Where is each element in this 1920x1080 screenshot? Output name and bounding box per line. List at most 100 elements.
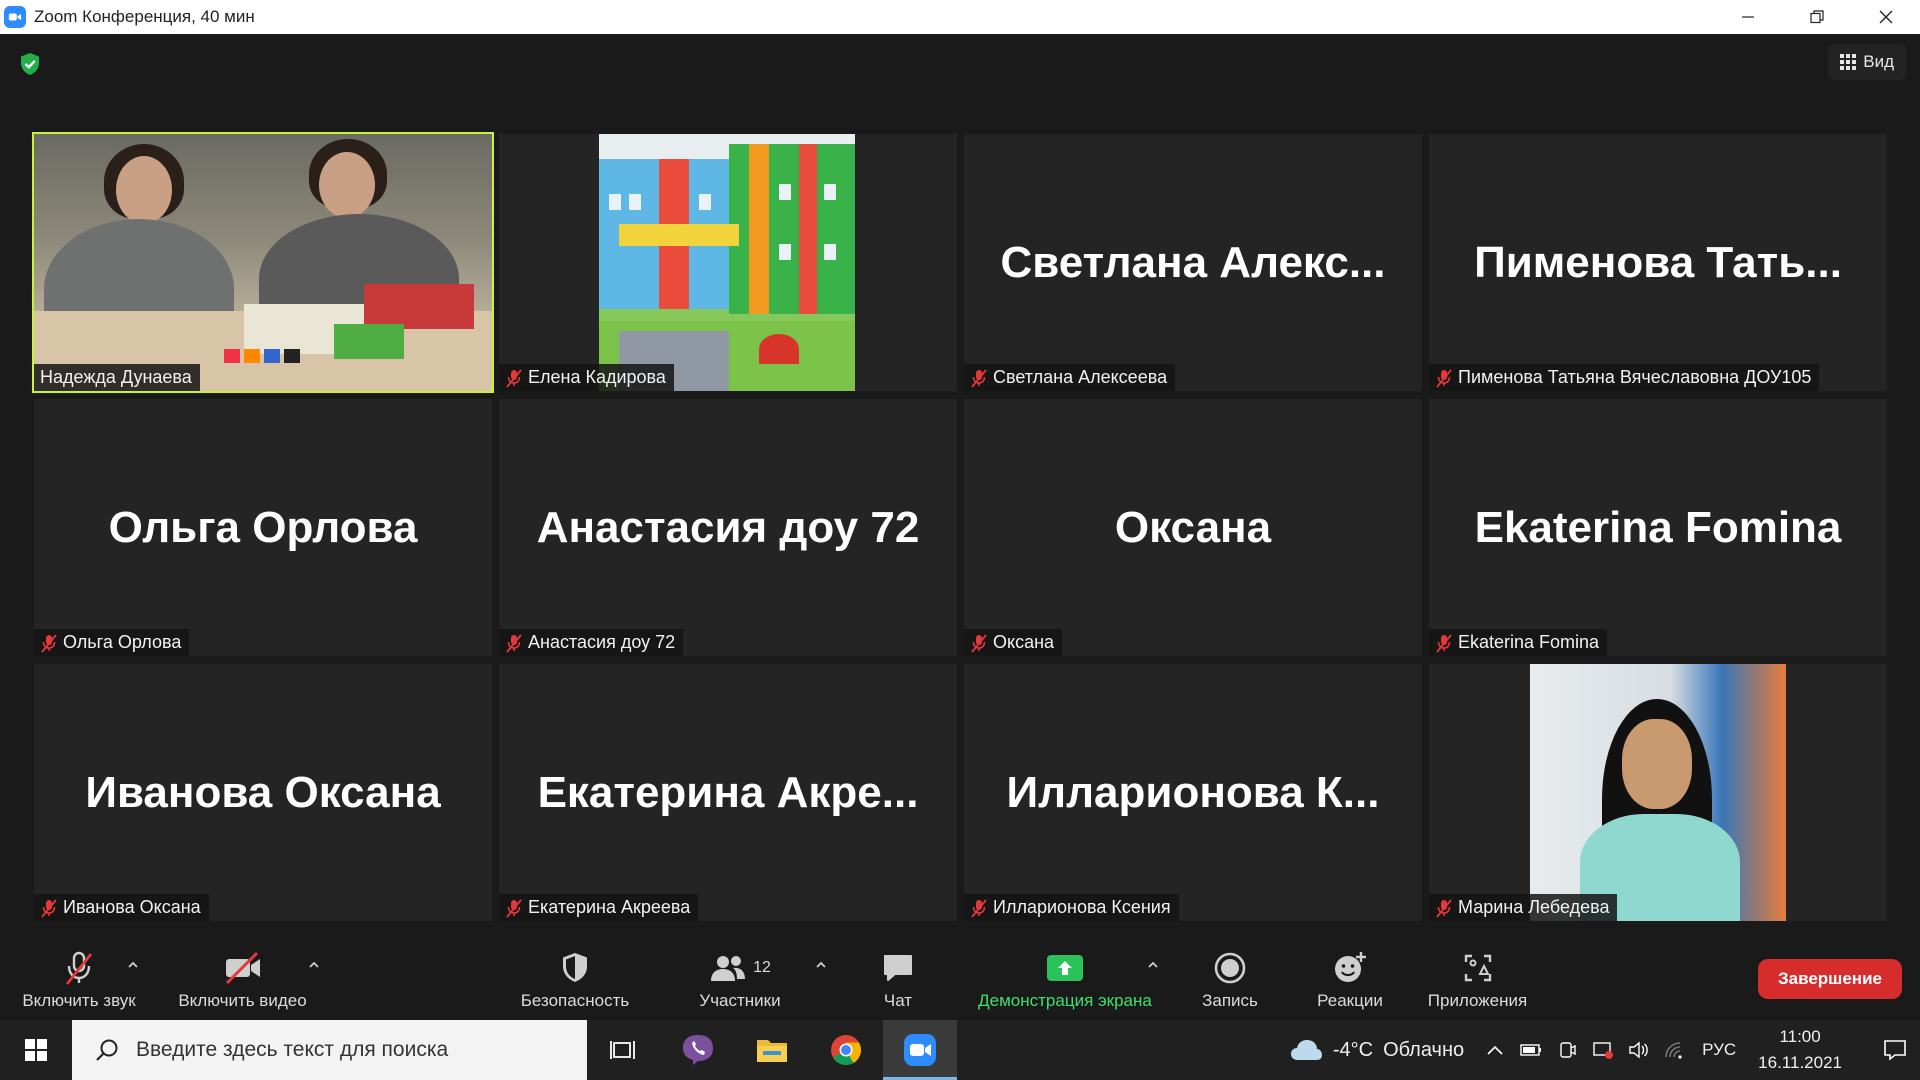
zoom-app-icon [4,6,26,28]
security-shield-icon[interactable] [16,50,44,78]
input-language[interactable]: РУС [1702,1040,1736,1060]
share-options-caret-icon[interactable] [1146,958,1160,972]
close-button[interactable] [1851,0,1920,34]
taskbar-chrome[interactable] [809,1020,883,1080]
chat-icon [884,955,912,981]
windows-taskbar: Введите здесь текст для поиска -4°C Обла… [0,1020,1920,1080]
window-title: Zoom Конференция, 40 мин [34,7,255,26]
share-screen-button[interactable]: Демонстрация экрана [965,940,1165,1020]
network-status-icon[interactable] [1592,1039,1614,1061]
video-options-caret-icon[interactable] [307,958,321,972]
participant-tile[interactable]: Елена Кадирова [499,134,957,391]
task-view-button[interactable] [587,1020,661,1080]
participant-tile[interactable]: Екатерина Акре... Екатерина Акреева [499,664,957,921]
start-video-button[interactable]: Включить видео [170,940,315,1020]
participant-name-label: Пименова Татьяна Вячеславовна ДОУ105 [1429,364,1820,391]
apps-button[interactable]: Приложения [1420,940,1535,1020]
mic-muted-icon [41,633,57,653]
participant-display-name: Пименова Тать... [1474,237,1842,287]
participant-display-name: Иванова Оксана [85,767,441,817]
participant-tile[interactable]: Оксана Оксана [964,399,1422,656]
restore-button[interactable] [1782,0,1851,34]
participant-tile[interactable]: Надежда Дунаева [32,132,494,393]
participant-name-label: Анастасия доу 72 [499,629,684,656]
taskbar-zoom[interactable] [883,1020,957,1080]
mic-muted-icon [1436,898,1452,918]
participant-video [34,134,492,391]
reactions-button[interactable]: Реакции [1305,940,1395,1020]
weather-text: Облачно [1383,1038,1465,1061]
participant-display-name: Ekaterina Fomina [1474,502,1842,552]
meeting-toolbar: Включить звук Включить видео Безопасност… [0,940,1920,1020]
camera-off-icon [225,951,260,985]
title-bar: Zoom Конференция, 40 мин [0,0,1920,34]
mic-muted-icon [971,898,987,918]
mic-muted-icon [41,898,57,918]
participant-tile[interactable]: Марина Лебедева [1429,664,1887,921]
mic-muted-icon [65,951,93,985]
participants-count: 12 [753,959,771,976]
participant-tile[interactable]: Ekaterina Fomina Ekaterina Fomina [1429,399,1887,656]
participant-avatar-photo [599,134,855,391]
mic-muted-icon [971,368,987,388]
system-tray: -4°C Облачно РУС 11:00 16.11.2021 [1289,1020,1920,1080]
start-button[interactable] [0,1020,72,1080]
participant-name-label: Илларионова Ксения [964,894,1179,921]
battery-icon[interactable] [1520,1039,1542,1061]
participant-name-label: Ekaterina Fomina [1429,629,1608,656]
security-button[interactable]: Безопасность [510,940,640,1020]
mic-muted-icon [1436,368,1452,388]
notifications-button[interactable] [1870,1039,1920,1061]
taskbar-search-box[interactable]: Введите здесь текст для поиска [72,1020,587,1080]
weather-widget[interactable]: -4°C Облачно [1289,1038,1464,1062]
participant-name-label: Елена Кадирова [499,364,674,391]
unmute-button[interactable]: Включить звук [14,940,144,1020]
cloud-icon [1290,1040,1322,1060]
chrome-icon [831,1035,862,1066]
participant-tile[interactable]: Илларионова К... Илларионова Ксения [964,664,1422,921]
mic-muted-icon [971,633,987,653]
participant-tile[interactable]: Пименова Тать... Пименова Татьяна Вячесл… [1429,134,1887,391]
wifi-icon[interactable] [1664,1039,1686,1061]
minimize-button[interactable] [1713,0,1782,34]
participant-tile[interactable]: Анастасия доу 72 Анастасия доу 72 [499,399,957,656]
participants-options-caret-icon[interactable] [814,958,828,972]
participant-name-label: Светлана Алексеева [964,364,1176,391]
meeting-area: Вид Надежда Дунаева Елена Кадирова Светл… [0,34,1920,940]
mic-muted-icon [506,633,522,653]
notification-icon [1884,1040,1906,1061]
search-placeholder: Введите здесь текст для поиска [136,1038,449,1061]
weather-temp: -4°C [1332,1038,1374,1061]
record-icon [1214,952,1246,984]
windows-logo-icon [25,1039,47,1061]
participants-button[interactable]: 12 Участники [690,940,790,1020]
chat-button[interactable]: Чат [868,940,928,1020]
clock-date: 16.11.2021 [1758,1053,1842,1072]
view-button[interactable]: Вид [1828,44,1906,80]
clock[interactable]: 11:00 16.11.2021 [1758,1024,1842,1076]
participant-display-name: Екатерина Акре... [537,767,919,817]
participant-name-label: Оксана [964,629,1063,656]
participant-display-name: Анастасия доу 72 [536,502,920,552]
participant-tile[interactable]: Светлана Алекс... Светлана Алексеева [964,134,1422,391]
participant-tile[interactable]: Иванова Оксана Иванова Оксана [34,664,492,921]
meet-now-icon[interactable] [1556,1039,1578,1061]
participant-tile[interactable]: Ольга Орлова Ольга Орлова [34,399,492,656]
volume-icon[interactable] [1628,1039,1650,1061]
task-view-icon [610,1041,635,1059]
taskbar-viber[interactable] [661,1020,735,1080]
participants-icon [711,956,746,981]
record-button[interactable]: Запись [1190,940,1270,1020]
grid-view-icon [1840,54,1857,70]
audio-options-caret-icon[interactable] [126,958,140,972]
participant-display-name: Ольга Орлова [108,502,418,552]
participant-name-label: Ольга Орлова [34,629,190,656]
mic-muted-icon [1436,633,1452,653]
chevron-up-icon[interactable] [1484,1039,1506,1061]
participant-name-label: Иванова Оксана [34,894,209,921]
end-meeting-button[interactable]: Завершение [1758,959,1902,999]
reaction-emoji-icon [1335,952,1366,982]
participant-name-label: Екатерина Акреева [499,894,699,921]
share-screen-icon [1047,955,1083,981]
taskbar-file-explorer[interactable] [735,1020,809,1080]
